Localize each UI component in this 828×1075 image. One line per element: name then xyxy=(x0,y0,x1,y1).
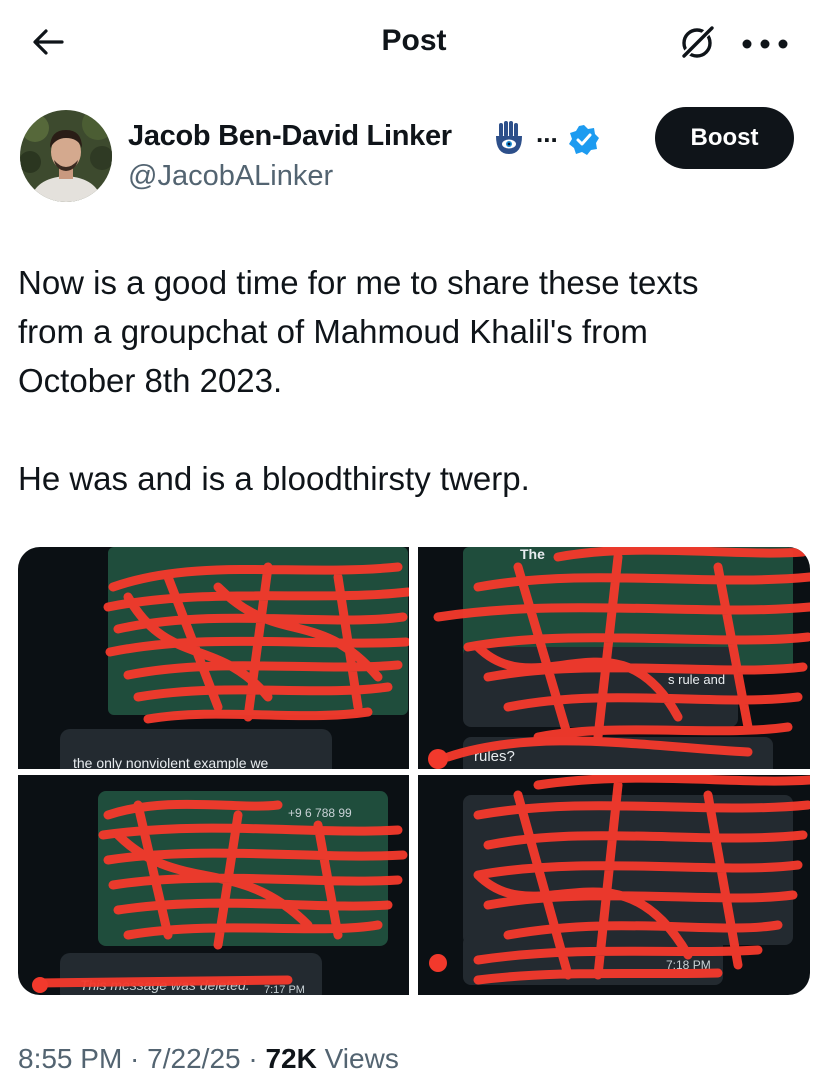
grok-icon[interactable] xyxy=(676,20,720,64)
hamsa-emoji-icon xyxy=(496,121,522,154)
screenshot-image-2[interactable]: The s rule and rules? xyxy=(418,547,810,769)
tile-1-fragment: the only nonviolent example we xyxy=(73,755,269,769)
verified-badge-icon[interactable] xyxy=(568,124,600,156)
author-display-name[interactable]: Jacob Ben-David Linker xyxy=(128,120,452,153)
post-date[interactable]: 7/22/25 xyxy=(147,1043,240,1074)
screenshot-image-3[interactable]: +9 6 788 99 This message was deleted. 7:… xyxy=(18,775,409,995)
top-bar: Post xyxy=(0,0,828,86)
views-count: 72K xyxy=(265,1043,317,1074)
more-options-icon[interactable] xyxy=(738,24,792,64)
boost-button[interactable]: Boost xyxy=(655,107,794,169)
post-time[interactable]: 8:55 PM xyxy=(18,1043,122,1074)
avatar[interactable] xyxy=(20,110,112,202)
screenshot-image-1[interactable]: the only nonviolent example we xyxy=(18,547,409,769)
tile-3-fragment-top: +9 6 788 99 xyxy=(288,806,352,820)
views-label: Views xyxy=(324,1043,399,1074)
media-grid: the only nonviolent example we The s rul… xyxy=(18,547,810,995)
deleted-message-time: 7:17 PM xyxy=(264,984,305,995)
screenshot-image-4[interactable]: 7:18 PM xyxy=(418,775,810,995)
tile-2-fragment-top: The xyxy=(520,547,545,562)
author-handle[interactable]: @JacobALinker xyxy=(128,160,333,193)
name-truncation-ellipsis: ... xyxy=(536,118,558,148)
post-timestamp: 8:55 PM · 7/22/25 · 72K Views xyxy=(18,1043,399,1074)
tweet-text: Now is a good time for me to share these… xyxy=(18,264,699,497)
tile-2-fragment-mid: s rule and xyxy=(668,672,725,687)
